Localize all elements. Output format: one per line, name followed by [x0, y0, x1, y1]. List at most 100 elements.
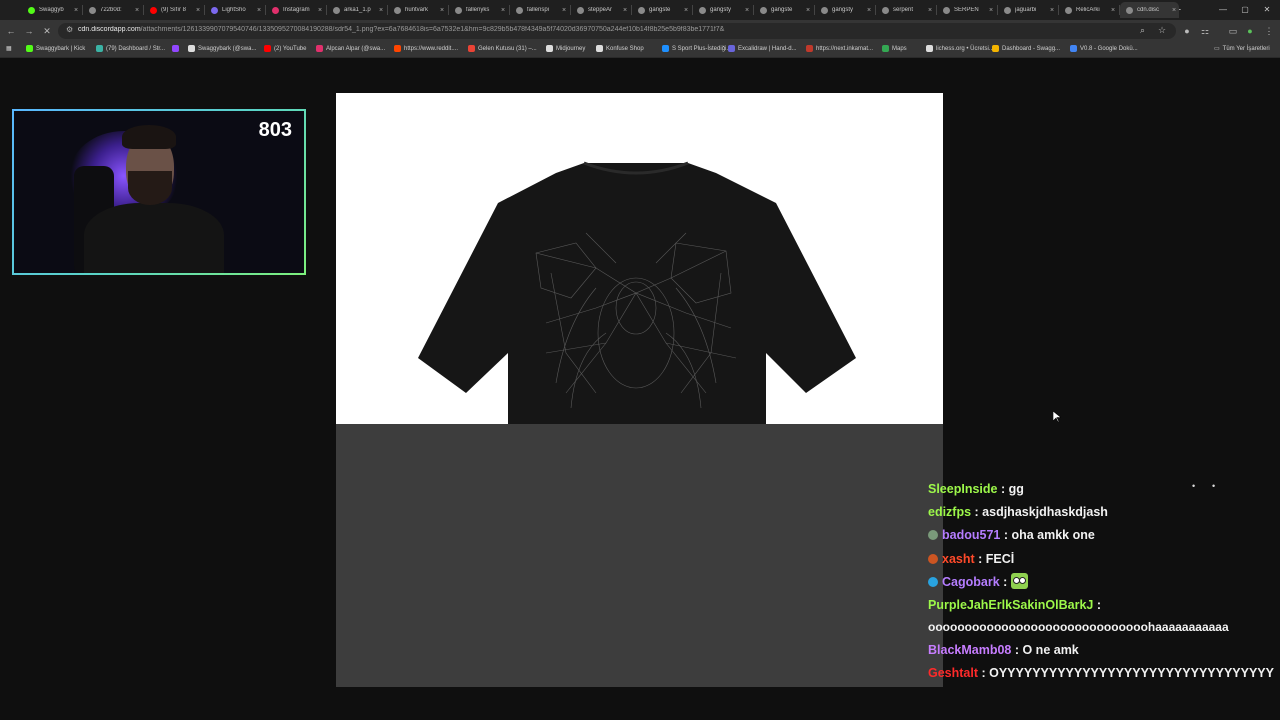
chat-username[interactable]: SleepInside — [928, 482, 997, 496]
extensions-puzzle-icon[interactable]: ⚏ — [1198, 24, 1212, 38]
extension-icon[interactable]: ● — [1180, 24, 1194, 38]
browser-tab[interactable]: fallenyks × — [449, 2, 508, 18]
tab-close-icon[interactable]: × — [315, 7, 325, 14]
tab-close-icon[interactable]: × — [925, 7, 935, 14]
browser-tab[interactable]: RelicArki × — [1059, 2, 1118, 18]
chat-username[interactable]: Cagobark — [942, 575, 1000, 589]
tab-separator — [204, 5, 205, 15]
tab-close-icon[interactable]: × — [864, 7, 874, 14]
bookmark-item[interactable]: Swaggybark (@swa... — [188, 45, 256, 52]
apps-grid-icon[interactable]: ▦ — [6, 45, 12, 52]
zoom-icon[interactable]: ⌕ — [1140, 25, 1145, 36]
menu-kebab-icon[interactable]: ⋮ — [1262, 24, 1276, 38]
forward-icon[interactable]: → — [22, 24, 36, 38]
bookmark-favicon-icon — [26, 45, 33, 52]
tab-close-icon[interactable]: × — [132, 7, 142, 14]
chat-username[interactable]: BlackMamb08 — [928, 643, 1011, 657]
chat-username[interactable]: Geshtalt — [928, 666, 978, 680]
minimize-button[interactable]: — — [1212, 3, 1234, 17]
tab-close-icon[interactable]: × — [559, 7, 569, 14]
bookmark-item[interactable]: V0.8 - Google Dokü... — [1070, 45, 1138, 52]
tab-close-icon[interactable]: × — [376, 7, 386, 14]
tab-close-icon[interactable]: × — [1108, 7, 1118, 14]
browser-tab[interactable]: LightSho × — [205, 2, 264, 18]
browser-tab[interactable]: gangste × — [754, 2, 813, 18]
bookmark-item[interactable]: Alpcan Alpar (@swa... — [316, 45, 385, 52]
chat-message: badou571 : oha amkk one — [928, 524, 1278, 547]
browser-tab[interactable]: fallenspi × — [510, 2, 569, 18]
tab-favicon-icon — [943, 6, 950, 14]
site-info-icon[interactable]: ⚙ — [66, 25, 73, 34]
chat-username[interactable]: edizfps — [928, 505, 971, 519]
bookmark-item[interactable] — [172, 45, 182, 52]
browser-tab[interactable]: huntvark × — [388, 2, 447, 18]
browser-tab[interactable]: jaguarbi × — [998, 2, 1057, 18]
tab-close-icon[interactable]: × — [437, 7, 447, 14]
tab-separator — [82, 5, 83, 15]
browser-tab[interactable]: gangste × — [632, 2, 691, 18]
bookmark-item[interactable]: S Sport Plus-İstediği... — [662, 45, 731, 52]
browser-tab[interactable]: serpent × — [876, 2, 935, 18]
all-bookmarks-folder[interactable]: ▭ Tüm Yer İşaretleri — [1214, 45, 1270, 53]
tab-title: fallenspi — [527, 7, 550, 13]
tab-close-icon[interactable]: × — [1047, 7, 1057, 14]
browser-tab[interactable]: Swaggyb × — [22, 2, 81, 18]
chat-separator: : — [997, 482, 1009, 496]
chat-separator: : — [999, 574, 1011, 589]
chat-message: SleepInside : gg — [928, 478, 1278, 501]
tab-close-icon[interactable]: × — [742, 7, 752, 14]
tab-separator — [1119, 5, 1120, 15]
browser-tab[interactable]: gangsty × — [815, 2, 874, 18]
browser-tab[interactable]: 722b0d: × — [83, 2, 142, 18]
browser-tab[interactable]: Instagram × — [266, 2, 325, 18]
bookmark-item[interactable]: https://next.inkamat... — [806, 45, 873, 52]
maximize-button[interactable]: ▢ — [1234, 3, 1256, 17]
tab-close-icon[interactable]: × — [620, 7, 630, 14]
tab-close-icon[interactable]: × — [193, 7, 203, 14]
browser-tab[interactable]: arka1_1.p × — [327, 2, 386, 18]
tab-close-icon[interactable]: × — [498, 7, 508, 14]
tab-close-icon[interactable]: × — [986, 7, 996, 14]
bookmark-favicon-icon — [96, 45, 103, 52]
bookmark-item[interactable]: Maps — [882, 45, 907, 52]
bookmark-item[interactable]: (2) YouTube — [264, 45, 306, 52]
bookmark-item[interactable]: https://www.reddit.... — [394, 45, 458, 52]
bookmark-item[interactable]: Excalidraw | Hand-d... — [728, 45, 797, 52]
tshirt-image[interactable] — [336, 93, 943, 424]
bookmark-item[interactable]: Konfuse Shop — [596, 45, 644, 52]
close-window-button[interactable]: ✕ — [1256, 3, 1278, 17]
tab-favicon-icon — [89, 6, 96, 14]
chat-username[interactable]: xasht — [942, 552, 975, 566]
tab-close-icon[interactable]: × — [1169, 7, 1179, 14]
browser-tab[interactable]: steppeAr × — [571, 2, 630, 18]
chat-text: asdjhaskjdhaskdjash — [982, 505, 1108, 520]
tab-close-icon[interactable]: × — [803, 7, 813, 14]
chat-username[interactable]: badou571 — [942, 528, 1000, 542]
address-bar[interactable]: ⚙ cdn.discordapp.com/attachments/1261339… — [58, 23, 1176, 39]
tab-title: gangsty — [710, 7, 732, 13]
bookmark-item[interactable]: Midjourney — [546, 45, 585, 52]
bookmark-item[interactable]: lichess.org • Ücretsi... — [926, 45, 994, 52]
browser-tab[interactable]: gangsty × — [693, 2, 752, 18]
bookmark-label: Konfuse Shop — [606, 45, 644, 52]
url-text[interactable]: cdn.discordapp.com/attachments/126133990… — [78, 26, 1128, 33]
tab-close-icon[interactable]: × — [71, 7, 81, 14]
bookmark-item[interactable]: Swaggybark | Kick — [26, 45, 85, 52]
bookmark-item[interactable]: (79) Dashboard / Str... — [96, 45, 165, 52]
chat-username[interactable]: PurpleJahErlkSakinOlBarkJ — [928, 598, 1093, 612]
tab-close-icon[interactable]: × — [681, 7, 691, 14]
back-icon[interactable]: ← — [4, 24, 18, 38]
browser-tab[interactable]: SERPEN × — [937, 2, 996, 18]
bookmark-label: Alpcan Alpar (@swa... — [326, 45, 386, 52]
bookmark-star-icon[interactable]: ☆ — [1158, 25, 1166, 36]
bookmark-item[interactable]: Gelen Kutusu (31) –... — [468, 45, 537, 52]
tab-close-icon[interactable]: × — [254, 7, 264, 14]
bookmark-label: Excalidraw | Hand-d... — [738, 45, 797, 52]
chat-text: OYYYYYYYYYYYYYYYYYYYYYYYYYYYYYYYYY — [989, 666, 1274, 681]
browser-tab[interactable]: cdn.disc × — [1120, 2, 1179, 18]
profile-avatar-icon[interactable]: ● — [1243, 24, 1257, 38]
bookmark-item[interactable]: Dashboard - Swagg... — [992, 45, 1060, 52]
cast-icon[interactable]: ▭ — [1226, 24, 1240, 38]
browser-tab[interactable]: (9) Sıfır 8 × — [144, 2, 203, 18]
stop-loading-icon[interactable]: ✕ — [40, 24, 54, 38]
